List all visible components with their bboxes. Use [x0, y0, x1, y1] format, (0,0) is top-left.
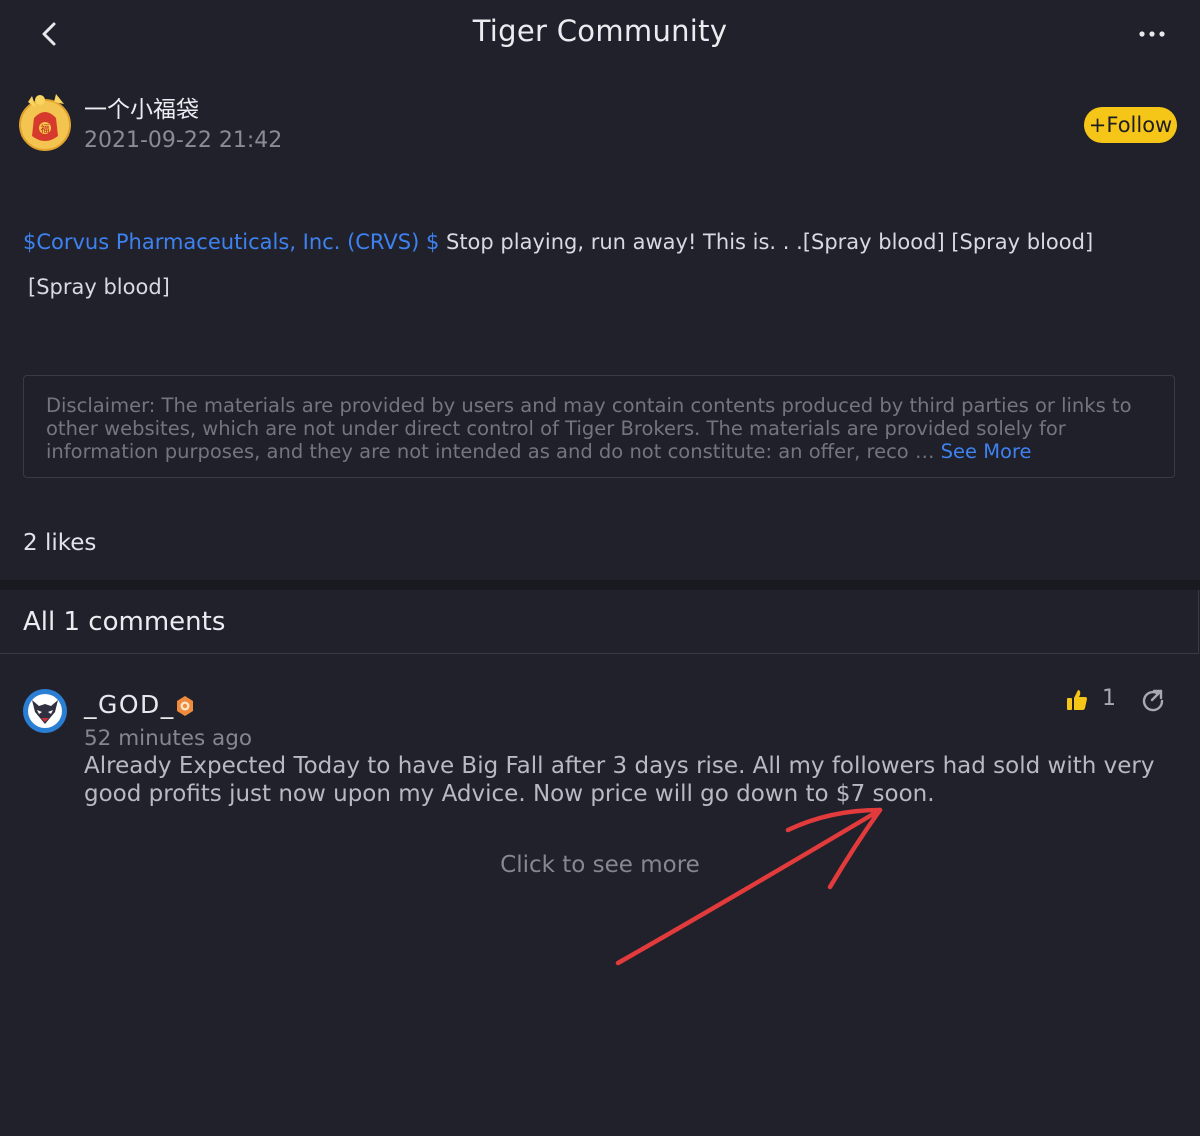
- see-more-comments[interactable]: Click to see more: [0, 852, 1200, 878]
- commenter-name[interactable]: _GOD_: [84, 690, 175, 719]
- thumbs-up-icon: [1067, 690, 1087, 710]
- like-count: 1: [1102, 686, 1116, 711]
- comment-text: Already Expected Today to have Big Fall …: [84, 753, 1155, 807]
- post-body: $Corvus Pharmaceuticals, Inc. (CRVS) $ S…: [23, 220, 1183, 310]
- post-line-1: $Corvus Pharmaceuticals, Inc. (CRVS) $ S…: [23, 220, 1183, 265]
- disclaimer-box: Disclaimer: The materials are provided b…: [23, 375, 1175, 478]
- section-divider: [0, 580, 1200, 590]
- author-name[interactable]: 一个小福袋: [84, 90, 199, 124]
- likes-count[interactable]: 2 likes: [23, 530, 96, 556]
- more-icon[interactable]: [1132, 22, 1172, 46]
- disclaimer-text: Disclaimer: The materials are provided b…: [46, 394, 1158, 463]
- post-line-2: [Spray blood]: [28, 275, 170, 299]
- svg-text:福: 福: [40, 123, 49, 135]
- stock-link[interactable]: $Corvus Pharmaceuticals, Inc. (CRVS) $: [23, 230, 439, 254]
- follow-button[interactable]: +Follow: [1084, 107, 1177, 143]
- author-avatar[interactable]: 福: [18, 90, 74, 154]
- annotation-arrow: [615, 807, 883, 966]
- level-badge-icon: [177, 696, 193, 716]
- see-more-link[interactable]: See More: [941, 440, 1032, 463]
- commenter-avatar[interactable]: [22, 688, 68, 734]
- post-timestamp: 2021-09-22 21:42: [84, 128, 283, 153]
- comment-time: 52 minutes ago: [84, 726, 253, 751]
- comments-header: All 1 comments: [0, 590, 1199, 654]
- page-title: Tiger Community: [472, 14, 728, 48]
- comments-title: All 1 comments: [23, 607, 226, 637]
- post-text: Stop playing, run away! This is. . .[Spr…: [439, 230, 1094, 254]
- top-bar: Tiger Community: [0, 0, 1200, 68]
- share-icon[interactable]: [1140, 688, 1166, 714]
